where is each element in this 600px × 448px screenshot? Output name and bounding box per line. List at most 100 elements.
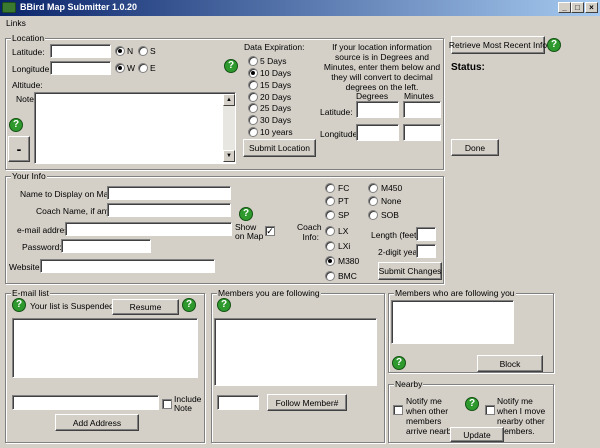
- note-textarea[interactable]: [34, 92, 236, 164]
- latitude-input[interactable]: [50, 44, 111, 58]
- year-input[interactable]: [416, 244, 436, 258]
- coach-m380-radio[interactable]: [325, 256, 335, 266]
- coach-fc-radio[interactable]: [325, 183, 335, 193]
- suspended-text: Your list is Suspended: [30, 301, 114, 311]
- following-list-box[interactable]: [214, 318, 377, 386]
- retrieve-recent-info-button[interactable]: Retrieve Most Recent Info: [449, 36, 547, 54]
- status-label: Status:: [451, 62, 485, 73]
- submit-location-button[interactable]: Submit Location: [243, 139, 316, 157]
- password-label: Password:: [22, 242, 62, 252]
- lon-degrees-input[interactable]: [356, 124, 399, 141]
- include-note-checkbox[interactable]: [162, 399, 172, 409]
- email-address-input[interactable]: [12, 395, 159, 410]
- dm-latitude-label: Latitude:: [320, 107, 353, 117]
- lon-minutes-input[interactable]: [403, 124, 441, 141]
- nearby-legend: Nearby: [394, 379, 424, 389]
- coach-m450-radio[interactable]: [368, 183, 378, 193]
- exp-20-days-label: 20 Days: [260, 92, 292, 102]
- close-button[interactable]: ×: [585, 2, 598, 13]
- coach-pt-radio[interactable]: [325, 196, 335, 206]
- title-bar: BBird Map Submitter 1.0.20 _ □ ×: [0, 0, 600, 16]
- exp-30-days-label: 30 Days: [260, 115, 292, 125]
- coach-pt-label: PT: [338, 196, 349, 206]
- done-button[interactable]: Done: [451, 139, 499, 156]
- coach-none-radio[interactable]: [368, 196, 378, 206]
- exp-30-days-radio[interactable]: [248, 115, 258, 125]
- location-help-icon[interactable]: ?: [9, 118, 23, 132]
- lat-degrees-input[interactable]: [356, 101, 399, 118]
- lat-south-radio[interactable]: [138, 46, 148, 56]
- exp-15-days-radio[interactable]: [248, 80, 258, 90]
- conversion-info-text: If your location information source is i…: [323, 42, 441, 92]
- website-label: Website:: [9, 262, 42, 272]
- coach-lx-radio[interactable]: [325, 226, 335, 236]
- note-scrollbar[interactable]: ▲ ▼: [223, 94, 235, 162]
- lat-north-radio[interactable]: [115, 46, 125, 56]
- resume-help-icon[interactable]: ?: [182, 298, 196, 312]
- exp-10-years-label: 10 years: [260, 127, 293, 137]
- members-followers-legend: Members who are following you: [394, 288, 516, 298]
- exp-10-days-radio[interactable]: [248, 68, 258, 78]
- coach-lxi-radio[interactable]: [325, 241, 335, 251]
- longitude-label: Longitude:: [12, 64, 52, 74]
- move-nearby-checkbox[interactable]: [485, 405, 495, 415]
- submit-changes-button[interactable]: Submit Changes: [378, 262, 442, 280]
- scroll-up-icon[interactable]: ▲: [223, 94, 235, 106]
- resume-button[interactable]: Resume: [112, 299, 179, 315]
- email-input[interactable]: [65, 222, 232, 236]
- expiration-help-icon[interactable]: ?: [224, 59, 238, 73]
- email-list-box[interactable]: [12, 318, 198, 378]
- menu-bar: Links: [0, 16, 600, 30]
- lat-minutes-input[interactable]: [403, 101, 441, 118]
- coach-m450-label: M450: [381, 183, 403, 193]
- exp-5-days-radio[interactable]: [248, 56, 258, 66]
- longitude-input[interactable]: [50, 61, 111, 75]
- password-input[interactable]: [61, 239, 151, 253]
- maximize-button[interactable]: □: [571, 2, 584, 13]
- length-label: Length (feet): [371, 230, 420, 240]
- following-help-icon[interactable]: ?: [217, 298, 231, 312]
- your-info-legend: Your Info: [11, 171, 47, 181]
- nearby-help-icon[interactable]: ?: [465, 397, 479, 411]
- coach-sp-radio[interactable]: [325, 210, 335, 220]
- exp-10-days-label: 10 Days: [260, 68, 292, 78]
- followers-help-icon[interactable]: ?: [392, 356, 406, 370]
- coach-bmc-radio[interactable]: [325, 271, 335, 281]
- coach-name-input[interactable]: [107, 203, 231, 217]
- app-icon: [2, 2, 16, 13]
- followers-list-box[interactable]: [391, 300, 514, 344]
- menu-links[interactable]: Links: [6, 18, 26, 28]
- arrive-nearby-checkbox[interactable]: [393, 405, 403, 415]
- include-note-label: Include Note: [174, 394, 202, 413]
- lat-south-label: S: [150, 46, 156, 56]
- exp-25-days-radio[interactable]: [248, 103, 258, 113]
- exp-10-years-radio[interactable]: [248, 127, 258, 137]
- email-list-legend: E-mail list: [11, 288, 50, 298]
- coach-sob-radio[interactable]: [368, 210, 378, 220]
- display-name-input[interactable]: [107, 186, 231, 200]
- lon-east-radio[interactable]: [138, 63, 148, 73]
- minimize-button[interactable]: _: [558, 2, 571, 13]
- coach-bmc-label: BMC: [338, 271, 357, 281]
- add-address-button[interactable]: Add Address: [55, 414, 139, 431]
- show-on-map-help-icon[interactable]: ?: [239, 207, 253, 221]
- lat-north-label: N: [127, 46, 134, 56]
- follow-member-button[interactable]: Follow Member#: [267, 394, 347, 411]
- member-number-input[interactable]: [217, 395, 259, 410]
- show-on-map-checkbox[interactable]: ✓: [265, 226, 275, 236]
- display-name-label: Name to Display on Map: [20, 189, 114, 199]
- lon-west-radio[interactable]: [115, 63, 125, 73]
- block-button[interactable]: Block: [477, 355, 543, 372]
- exp-5-days-label: 5 Days: [260, 56, 287, 66]
- exp-20-days-radio[interactable]: [248, 92, 258, 102]
- scroll-down-icon[interactable]: ▼: [223, 150, 235, 162]
- altitude-label: Altitude:: [12, 80, 43, 90]
- suspended-help-icon[interactable]: ?: [12, 298, 26, 312]
- lon-east-label: E: [150, 63, 156, 73]
- website-input[interactable]: [40, 259, 215, 273]
- members-following-legend: Members you are following: [217, 288, 321, 298]
- length-input[interactable]: [416, 227, 436, 241]
- minus-button[interactable]: -: [8, 136, 30, 162]
- retrieve-help-icon[interactable]: ?: [547, 38, 561, 52]
- update-button[interactable]: Update: [450, 427, 504, 442]
